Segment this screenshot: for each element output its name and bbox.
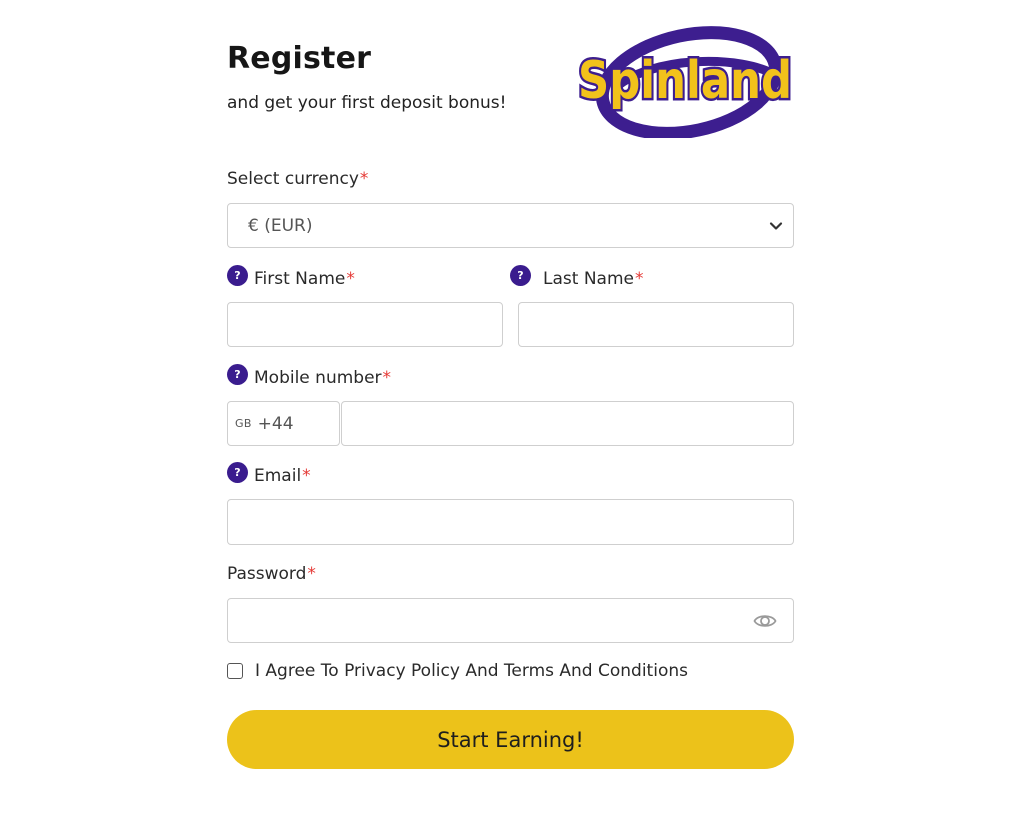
question-circle-icon[interactable]: ? [510,265,531,286]
required-mark: * [382,367,392,388]
page-subtitle: and get your first deposit bonus! [227,93,507,113]
first-name-input[interactable] [228,303,502,346]
page-title: Register [227,41,372,76]
currency-label: Select currency * [227,169,368,189]
question-circle-icon[interactable]: ? [227,364,248,385]
currency-selected-value: € (EUR) [248,215,313,236]
spinland-logo: Spinland [576,26,795,138]
password-input[interactable] [228,599,793,642]
required-mark: * [302,465,311,486]
required-mark: * [634,268,644,289]
agree-checkbox[interactable] [227,663,243,679]
password-field[interactable] [227,598,794,643]
required-mark: * [346,268,355,289]
chevron-down-icon [769,221,783,230]
agree-label[interactable]: I Agree To Privacy Policy And Terms And … [255,661,688,681]
mobile-number-field[interactable] [341,401,794,446]
country-code: GB [235,417,252,430]
last-name-label-text: Last Name [543,268,634,289]
logo-wordmark: Spinland [578,51,792,111]
last-name-field[interactable] [518,302,794,347]
email-input[interactable] [228,500,793,544]
question-circle-icon[interactable]: ? [227,462,248,483]
currency-select[interactable]: € (EUR) [227,203,794,248]
agree-terms-row[interactable]: I Agree To Privacy Policy And Terms And … [227,661,688,681]
country-code-select[interactable]: GB +44 [227,401,340,446]
email-field[interactable] [227,499,794,545]
password-label: Password * [227,564,316,584]
dial-code: +44 [257,413,294,434]
first-name-label: ? First Name * [227,265,355,289]
first-name-label-text: First Name [254,268,346,289]
mobile-number-input[interactable] [342,402,793,445]
eye-icon[interactable] [753,610,777,632]
email-label-text: Email [254,465,302,486]
password-label-text: Password [227,564,307,584]
question-circle-icon[interactable]: ? [227,265,248,286]
start-earning-button[interactable]: Start Earning! [227,710,794,769]
currency-label-text: Select currency [227,169,359,189]
email-label: ? Email * [227,462,311,486]
last-name-input[interactable] [519,303,793,346]
required-mark: * [359,169,369,189]
required-mark: * [307,564,316,584]
first-name-field[interactable] [227,302,503,347]
last-name-label: ? Last Name * [510,265,644,289]
mobile-label-text: Mobile number [254,367,382,388]
mobile-label: ? Mobile number * [227,364,392,388]
